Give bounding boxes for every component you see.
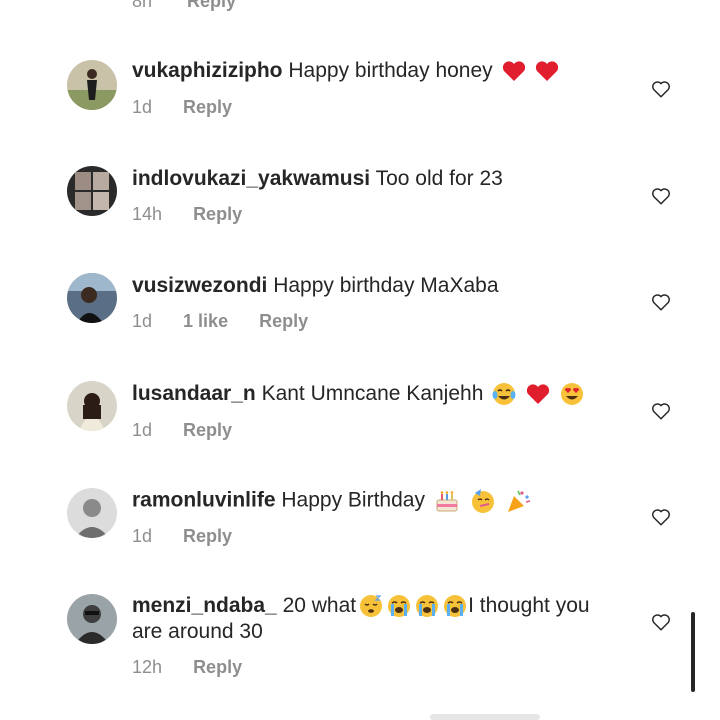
- comment-text: vukaphizizipho Happy birthday honey: [132, 58, 617, 84]
- comment-meta: 1d 1 like Reply: [132, 311, 308, 332]
- reply-button[interactable]: Reply: [183, 526, 232, 547]
- reply-button[interactable]: Reply: [187, 0, 236, 11]
- avatar[interactable]: [67, 381, 117, 431]
- reply-button[interactable]: Reply: [183, 420, 232, 441]
- comment-body: Happy birthday MaXaba: [273, 274, 499, 297]
- partial-comment-meta: 8h Reply: [132, 0, 236, 12]
- comment-text: menzi_ndaba_ 20 what I thought you are ar…: [132, 593, 617, 645]
- loudly-crying-face-emoji: [416, 595, 439, 618]
- comment-time: 14h: [132, 204, 163, 224]
- comment-text: indlovukazi_yakwamusi Too old for 23: [132, 166, 617, 192]
- partying-face-emoji: [471, 489, 494, 513]
- like-heart-icon[interactable]: [650, 611, 672, 633]
- comment-body: Happy birthday honey: [288, 59, 493, 82]
- home-indicator: [430, 714, 540, 720]
- avatar[interactable]: [67, 60, 117, 110]
- loudly-crying-face-emoji: [444, 595, 467, 618]
- comment-meta: 1d Reply: [132, 526, 232, 547]
- red-heart-emoji: [526, 384, 550, 405]
- avatar[interactable]: [67, 594, 117, 644]
- scrollbar[interactable]: [691, 612, 695, 692]
- like-heart-icon[interactable]: [650, 291, 672, 313]
- comment-username[interactable]: ramonluvinlife: [132, 489, 276, 512]
- red-heart-emoji: [502, 61, 525, 82]
- reply-button[interactable]: Reply: [193, 204, 242, 225]
- sleepy-face-emoji: [360, 595, 383, 618]
- comment-body: Happy Birthday: [281, 488, 425, 512]
- comment-time: 1d: [132, 526, 153, 546]
- like-heart-icon[interactable]: [650, 185, 672, 207]
- reply-button[interactable]: Reply: [193, 657, 242, 678]
- heart-eyes-emoji: [560, 383, 583, 406]
- like-heart-icon[interactable]: [650, 78, 672, 100]
- comment-text: lusandaar_n Kant Umncane Kanjehh: [132, 381, 617, 407]
- comment-time: 12h: [132, 657, 163, 677]
- comment-username[interactable]: indlovukazi_yakwamusi: [132, 167, 370, 190]
- comment-time: 8h: [132, 0, 153, 11]
- avatar[interactable]: [67, 166, 117, 216]
- likes-count[interactable]: 1 like: [183, 311, 228, 332]
- comment-text: vusizwezondi Happy birthday MaXaba: [132, 273, 617, 299]
- tears-of-joy-emoji: [492, 383, 516, 406]
- comment-time: 1d: [132, 420, 153, 440]
- comment-username[interactable]: vukaphizizipho: [132, 59, 283, 82]
- party-popper-emoji: [508, 490, 531, 512]
- comment-username[interactable]: menzi_ndaba_: [132, 594, 277, 617]
- comment-username[interactable]: vusizwezondi: [132, 274, 267, 297]
- avatar[interactable]: [67, 488, 117, 538]
- like-heart-icon[interactable]: [650, 506, 672, 528]
- birthday-cake-emoji: [436, 491, 458, 512]
- comment-body: 20 what: [282, 594, 357, 617]
- comment-text: ramonluvinlife Happy Birthday: [132, 487, 617, 515]
- comment-time: 1d: [132, 311, 153, 331]
- comment-body: Too old for 23: [375, 167, 503, 190]
- loudly-crying-face-emoji: [388, 595, 411, 618]
- comment-meta: 14h Reply: [132, 204, 242, 225]
- red-heart-emoji: [536, 61, 559, 82]
- comment-username[interactable]: lusandaar_n: [132, 382, 256, 405]
- avatar[interactable]: [67, 273, 117, 323]
- comment-body: Kant Umncane Kanjehh: [261, 382, 484, 405]
- like-heart-icon[interactable]: [650, 400, 672, 422]
- comment-meta: 1d Reply: [132, 97, 232, 118]
- comment-meta: 12h Reply: [132, 657, 242, 678]
- reply-button[interactable]: Reply: [259, 311, 308, 332]
- reply-button[interactable]: Reply: [183, 97, 232, 118]
- comment-meta: 1d Reply: [132, 420, 232, 441]
- comment-time: 1d: [132, 97, 153, 117]
